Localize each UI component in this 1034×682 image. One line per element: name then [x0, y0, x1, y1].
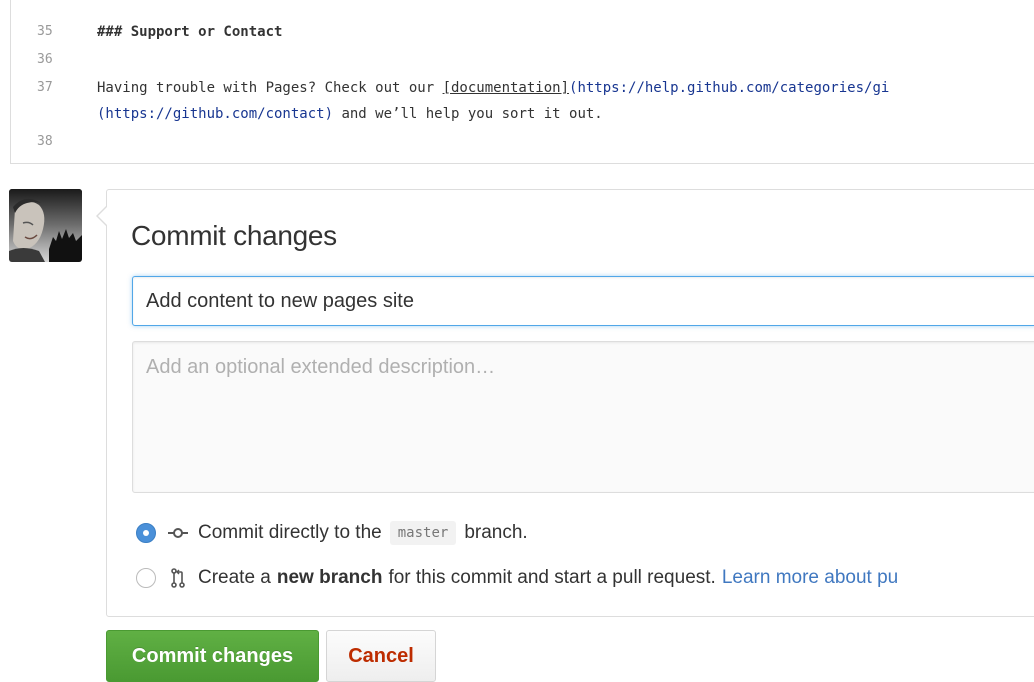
commit-direct-prefix: Commit directly to the — [198, 522, 382, 543]
commit-direct-radio[interactable] — [136, 523, 156, 543]
code-editor[interactable]: · · 35 ### Support or Contact 36 37 Havi… — [10, 0, 1034, 164]
new-branch-option[interactable]: Create a new branch for this commit and … — [136, 566, 898, 590]
line-content-wrapped: (https://github.com/contact) and we’ll h… — [97, 106, 603, 122]
git-pull-request-icon — [168, 568, 188, 588]
avatar-image — [9, 189, 82, 262]
new-branch-prefix: Create a — [198, 567, 271, 588]
commit-description-textarea[interactable] — [132, 341, 1034, 493]
branch-name-badge: master — [389, 521, 457, 545]
new-branch-radio[interactable] — [136, 568, 156, 588]
line-number: 35 — [37, 24, 53, 39]
line-number: 38 — [37, 134, 53, 149]
truncated-line-number: · · — [61, 0, 83, 6]
markdown-link-url: (https://github.com/contact) — [97, 106, 334, 122]
commit-box-caret-inner — [98, 206, 108, 226]
line-content: Having trouble with Pages? Check out our… — [97, 80, 889, 96]
line-number: 37 — [37, 80, 53, 95]
git-commit-icon — [168, 523, 188, 543]
line-text-suffix: and we’ll help you sort it out. — [333, 106, 603, 122]
new-branch-bold-text: new branch — [276, 567, 383, 588]
commit-direct-suffix: branch. — [464, 522, 528, 543]
line-number: 36 — [37, 52, 53, 67]
markdown-link-text: [documentation] — [442, 80, 570, 96]
commit-changes-button[interactable]: Commit changes — [106, 630, 319, 682]
learn-more-link[interactable]: Learn more about pu — [722, 567, 898, 589]
commit-direct-option[interactable]: Commit directly to the master branch. — [136, 521, 528, 545]
new-branch-middle: for this commit and start a pull request… — [388, 567, 716, 588]
cancel-button[interactable]: Cancel — [326, 630, 436, 682]
markdown-link-url: (https://help.github.com/categories/gi — [569, 80, 890, 96]
commit-summary-input[interactable] — [132, 276, 1034, 326]
line-text-prefix: Having trouble with Pages? Check out our — [97, 80, 443, 96]
commit-form-title: Commit changes — [131, 220, 337, 251]
avatar — [9, 189, 82, 262]
line-content: ### Support or Contact — [97, 24, 283, 40]
